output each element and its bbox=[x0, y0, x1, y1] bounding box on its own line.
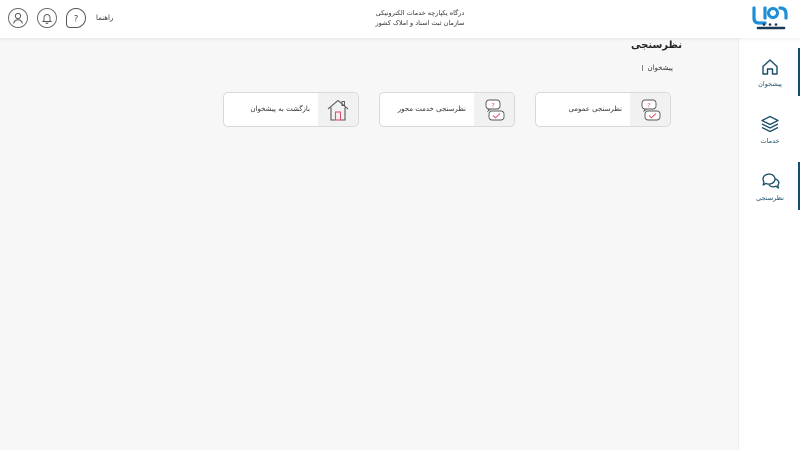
portal-title-line1: درگاه یکپارچه خدمات الکترونیکی bbox=[375, 9, 465, 17]
portal-title-line2: سازمان ثبت اسناد و املاک کشور bbox=[375, 19, 465, 27]
page-title: نظرسنجی bbox=[631, 40, 682, 51]
top-header: ? راهنما درگاه یکپارچه خدمات الکترونیکی … bbox=[0, 0, 800, 38]
sidebar-item-label: نظرسنجی bbox=[756, 193, 784, 202]
help-label[interactable]: راهنما bbox=[96, 14, 113, 22]
card-back-to-dashboard[interactable]: بازگشت به پیشخوان bbox=[223, 92, 359, 127]
card-label: بازگشت به پیشخوان bbox=[250, 105, 310, 113]
sidebar-item-survey[interactable]: نظرسنجی bbox=[739, 162, 800, 210]
house-icon bbox=[318, 93, 358, 126]
svg-text:?: ? bbox=[491, 101, 494, 109]
home-icon bbox=[762, 58, 778, 75]
sidebar-item-label: خدمات bbox=[760, 136, 780, 145]
portal-title: درگاه یکپارچه خدمات الکترونیکی سازمان ثب… bbox=[340, 8, 500, 28]
logo[interactable] bbox=[750, 4, 792, 32]
sidebar-item-label: پیشخوان bbox=[758, 79, 782, 88]
card-label: نظرسنجی عمومی bbox=[568, 105, 622, 113]
sidebar-item-dashboard[interactable]: پیشخوان bbox=[739, 48, 800, 96]
card-service-survey[interactable]: ? نظرسنجی خدمت محور bbox=[379, 92, 515, 127]
card-general-survey[interactable]: ? نظرسنجی عمومی bbox=[535, 92, 671, 127]
help-icon[interactable]: ? bbox=[66, 8, 86, 28]
layers-icon bbox=[761, 115, 779, 132]
breadcrumb-item-dashboard[interactable]: پیشخوان bbox=[647, 64, 673, 72]
svg-text:?: ? bbox=[74, 15, 79, 25]
bell-icon[interactable] bbox=[37, 8, 57, 28]
header-actions: ? راهنما bbox=[8, 8, 113, 28]
breadcrumb: پیشخوان bbox=[633, 64, 673, 72]
survey-icon: ? bbox=[474, 93, 514, 126]
card-label: نظرسنجی خدمت محور bbox=[397, 105, 466, 113]
svg-text:?: ? bbox=[647, 101, 650, 109]
sidebar-item-services[interactable]: خدمات bbox=[739, 105, 800, 153]
sidebar: پیشخوان خدمات نظرسنجی bbox=[738, 38, 800, 450]
user-icon[interactable] bbox=[8, 8, 28, 28]
survey-icon: ? bbox=[630, 93, 670, 126]
breadcrumb-separator bbox=[642, 65, 644, 71]
chat-icon bbox=[762, 172, 780, 189]
